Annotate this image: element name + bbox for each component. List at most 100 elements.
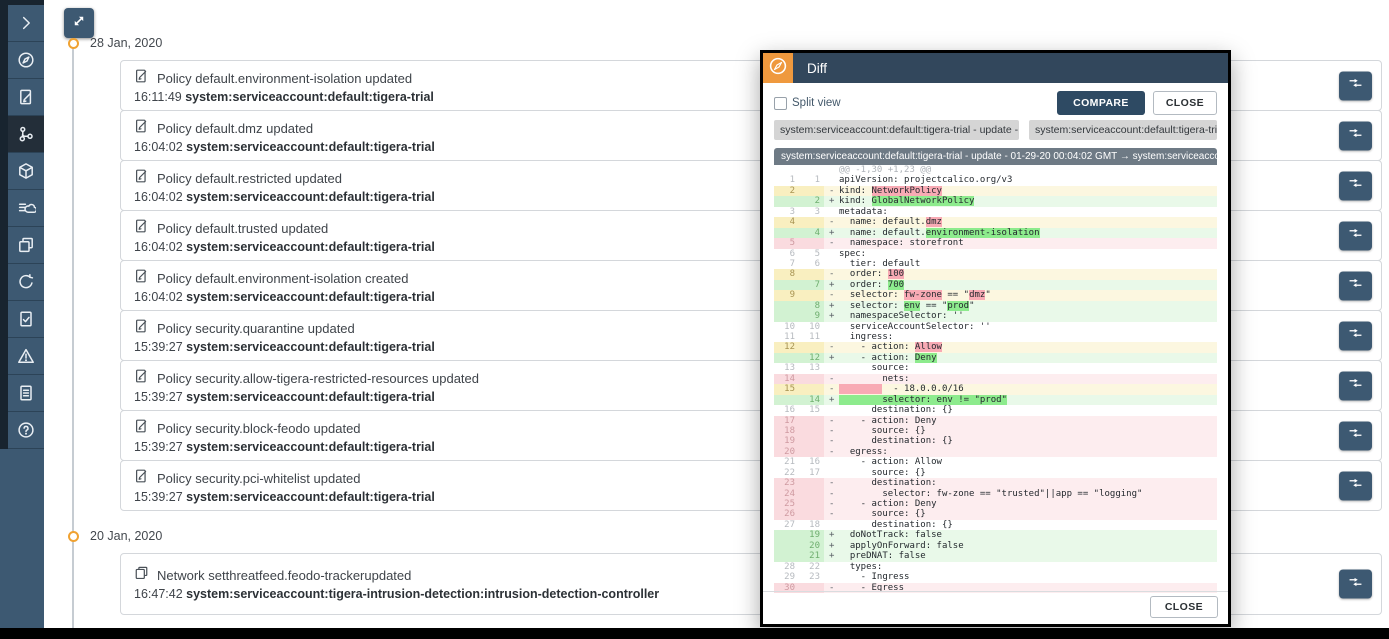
sidebar-item-cube[interactable] (8, 153, 44, 190)
diff-line: 26- source: {} (774, 509, 1217, 519)
event-title: Policy default.dmz updated (157, 121, 313, 136)
open-diff-button[interactable] (1339, 570, 1372, 599)
diff-line: 20+ applyOnForward: false (774, 541, 1217, 551)
timeline-dot (68, 531, 79, 542)
compare-arrows-icon (1347, 77, 1364, 95)
compare-arrows-icon (1347, 127, 1364, 145)
open-diff-button[interactable] (1339, 471, 1372, 500)
split-view-toggle[interactable]: Split view (774, 97, 841, 110)
event-time: 15:39:27 (134, 340, 186, 354)
sidebar-item-alert-triangle[interactable] (8, 338, 44, 375)
open-diff-button[interactable] (1339, 321, 1372, 350)
event-account: system:serviceaccount:default:tigera-tri… (186, 340, 435, 354)
event-time: 16:11:49 (134, 90, 185, 104)
diff-line: @@ -1,30 +1,23 @@ (774, 165, 1217, 175)
compare-arrows-icon (1347, 227, 1364, 245)
event-time: 16:04:02 (134, 290, 186, 304)
compare-arrows-icon (1347, 427, 1364, 445)
document-list-icon (16, 383, 36, 403)
document-edit-icon (134, 368, 149, 389)
app-screen: 28 Jan, 2020Policy default.environment-i… (0, 0, 1389, 628)
document-edit-icon (134, 118, 149, 139)
right-revision-select[interactable]: system:serviceaccount:default:tigera-tri… (1029, 120, 1217, 140)
compare-arrows-icon (1347, 277, 1364, 295)
diff-line: 14- nets: (774, 374, 1217, 384)
event-title: Policy security.pci-whitelist updated (157, 471, 361, 486)
open-diff-button[interactable] (1339, 71, 1372, 100)
document-edit-icon (134, 268, 149, 289)
diff-line: 11apiVersion: projectcalico.org/v3 (774, 175, 1217, 185)
sidebar-item-document-check[interactable] (8, 301, 44, 338)
event-time: 15:39:27 (134, 440, 186, 454)
diff-line: 65spec: (774, 249, 1217, 259)
diff-line: 7+ order: 700 (774, 280, 1217, 290)
diff-line: 1010 serviceAccountSelector: '' (774, 322, 1217, 332)
open-diff-button[interactable] (1339, 121, 1372, 150)
right-revision-value: system:serviceaccount:default:tigera-tri… (1035, 124, 1217, 136)
storage-cloud-icon (16, 198, 36, 218)
sidebar (0, 0, 44, 628)
brand-logo (763, 53, 793, 83)
compare-button[interactable]: COMPARE (1057, 91, 1145, 115)
split-view-checkbox[interactable] (774, 97, 787, 110)
event-title: Network setthreatfeed.feodo-trackerupdat… (157, 568, 411, 583)
diff-line: 8+ selector: env == "prod" (774, 301, 1217, 311)
help-icon (16, 420, 36, 440)
sidebar-item-document-edit[interactable] (8, 79, 44, 116)
diff-line: 4- name: default.dmz (774, 217, 1217, 227)
modal-title: Diff (807, 61, 827, 76)
sidebar-item-compass[interactable] (8, 42, 44, 79)
diff-title-bar: system:serviceaccount:default:tigera-tri… (774, 148, 1217, 165)
document-edit-icon (134, 318, 149, 339)
sidebar-item-copy[interactable] (8, 227, 44, 264)
open-diff-button[interactable] (1339, 271, 1372, 300)
diff-line: 12+ - action: Deny (774, 353, 1217, 363)
event-time: 16:04:02 (134, 190, 186, 204)
open-diff-button[interactable] (1339, 171, 1372, 200)
sidebar-item-chevron-right[interactable] (8, 5, 44, 42)
sidebar-item-refresh[interactable] (8, 264, 44, 301)
diff-line: 21+ preDNAT: false (774, 551, 1217, 561)
event-account: system:serviceaccount:default:tigera-tri… (185, 90, 434, 104)
document-edit-icon (134, 68, 149, 89)
compare-arrows-icon (1347, 377, 1364, 395)
left-revision-value: system:serviceaccount:default:tigera-tri… (780, 124, 1018, 136)
sidebar-item-network-branch[interactable] (8, 116, 44, 153)
sidebar-item-document-list[interactable] (8, 375, 44, 412)
expand-arrows-icon (70, 12, 88, 35)
document-edit-icon (134, 218, 149, 239)
left-revision-select[interactable]: system:serviceaccount:default:tigera-tri… (774, 120, 1019, 140)
open-diff-button[interactable] (1339, 371, 1372, 400)
event-title: Policy default.restricted updated (157, 171, 342, 186)
diff-line: 8- order: 100 (774, 269, 1217, 279)
event-account: system:serviceaccount:default:tigera-tri… (186, 290, 435, 304)
alert-triangle-icon (16, 346, 36, 366)
open-diff-button[interactable] (1339, 421, 1372, 450)
event-account: system:serviceaccount:default:tigera-tri… (186, 190, 435, 204)
refresh-icon (16, 272, 36, 292)
event-title: Policy default.trusted updated (157, 221, 328, 236)
split-view-label: Split view (792, 97, 841, 109)
compass-icon (16, 50, 36, 70)
close-button[interactable]: CLOSE (1153, 91, 1217, 115)
footer-close-button[interactable]: CLOSE (1150, 596, 1218, 618)
diff-line: 2+kind: GlobalNetworkPolicy (774, 196, 1217, 206)
diff-line: 2923 - Ingress (774, 572, 1217, 582)
diff-line: 1111 ingress: (774, 332, 1217, 342)
open-diff-button[interactable] (1339, 221, 1372, 250)
diff-line: 25- - action: Deny (774, 499, 1217, 509)
diff-line: 24- selector: fw-zone == "trusted"||app … (774, 489, 1217, 499)
compare-arrows-icon (1347, 477, 1364, 495)
event-account: system:serviceaccount:default:tigera-tri… (186, 440, 435, 454)
diff-line: 19- destination: {} (774, 436, 1217, 446)
compare-arrows-icon (1347, 327, 1364, 345)
diff-viewer: system:serviceaccount:default:tigera-tri… (774, 148, 1217, 593)
diff-line: 18- source: {} (774, 426, 1217, 436)
event-time: 16:47:42 (134, 587, 186, 601)
compass-logo-icon (766, 54, 790, 83)
event-time: 15:39:27 (134, 390, 186, 404)
document-edit-icon (134, 418, 149, 439)
sidebar-item-storage-cloud[interactable] (8, 190, 44, 227)
sidebar-item-help[interactable] (8, 412, 44, 449)
diff-line: 33metadata: (774, 207, 1217, 217)
